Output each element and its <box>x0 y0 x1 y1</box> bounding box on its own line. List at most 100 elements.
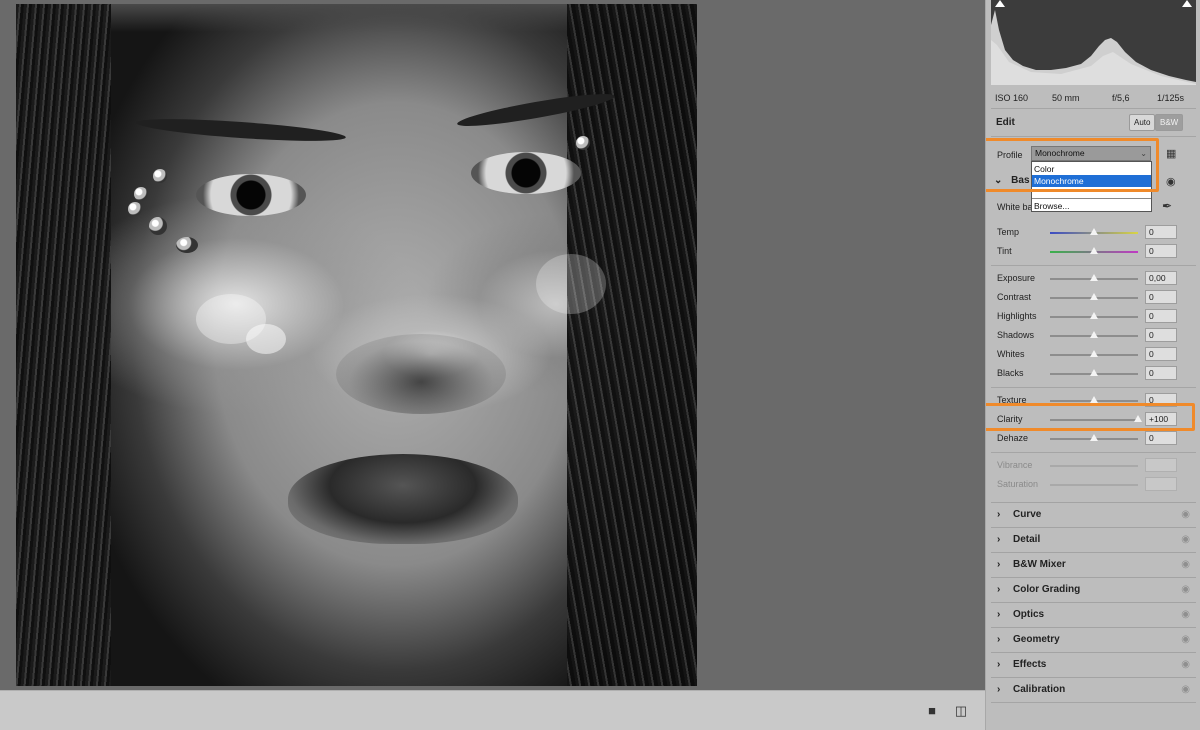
slider-value[interactable]: 0 <box>1145 309 1177 323</box>
divider <box>991 136 1196 137</box>
slider-label: Tint <box>997 246 1012 256</box>
slider-track <box>1050 465 1138 467</box>
slider-temp: Temp 0 <box>986 225 1200 241</box>
slider-thumb[interactable] <box>1090 228 1098 235</box>
eye-icon[interactable]: ◉ <box>1181 659 1190 670</box>
slider-value[interactable]: 0 <box>1145 347 1177 361</box>
chevron-right-icon: › <box>997 684 1001 695</box>
slider-thumb[interactable] <box>1090 247 1098 254</box>
slider-value[interactable]: 0 <box>1145 328 1177 342</box>
slider-label: Exposure <box>997 273 1036 283</box>
divider <box>991 387 1196 388</box>
section-title: Optics <box>1013 609 1045 620</box>
slider-thumb[interactable] <box>1090 293 1098 300</box>
slider-track <box>1050 484 1138 486</box>
chevron-right-icon: › <box>997 509 1001 520</box>
auto-button[interactable]: Auto <box>1129 114 1156 131</box>
section-geometry[interactable]: › Geometry ◉ <box>991 627 1196 651</box>
portrait-photo <box>16 4 697 686</box>
profile-browser-icon[interactable]: ▦ <box>1166 148 1178 160</box>
bottom-toolbar: ■ ◫ <box>0 690 985 730</box>
slider-label: Temp <box>997 227 1020 237</box>
lips <box>288 454 518 544</box>
eye-icon[interactable]: ◉ <box>1181 609 1190 620</box>
photo-metadata: ISO 160 50 mm f/5,6 1/125s <box>986 90 1200 106</box>
eye-icon[interactable]: ◉ <box>1181 684 1190 695</box>
section-bw-mixer[interactable]: › B&W Mixer ◉ <box>991 552 1196 576</box>
image-canvas[interactable] <box>0 0 985 690</box>
slider-tint: Tint 0 <box>986 244 1200 260</box>
focal-length: 50 mm <box>1052 93 1080 103</box>
section-title: Effects <box>1013 659 1047 670</box>
section-title: Detail <box>1013 534 1041 545</box>
slider-value <box>1145 477 1177 491</box>
slider-thumb[interactable] <box>1090 274 1098 281</box>
slider-thumb[interactable] <box>1090 396 1098 403</box>
eye-icon[interactable]: ◉ <box>1181 534 1190 545</box>
eyedropper-icon[interactable]: ✒ <box>1162 199 1172 213</box>
edit-panel: ISO 160 50 mm f/5,6 1/125s Edit Auto B&W… <box>985 0 1200 730</box>
chevron-right-icon: › <box>997 609 1001 620</box>
section-detail[interactable]: › Detail ◉ <box>991 527 1196 551</box>
view-mode-icon[interactable]: ■ <box>924 703 940 719</box>
eye-icon[interactable]: ◉ <box>1181 509 1190 520</box>
slider-thumb[interactable] <box>1090 369 1098 376</box>
slider-contrast: Contrast 0 <box>986 290 1200 306</box>
divider <box>991 108 1196 109</box>
slider-label: Contrast <box>997 292 1032 302</box>
eye-icon[interactable]: ◉ <box>1166 175 1176 188</box>
slider-value[interactable]: 0 <box>1145 431 1177 445</box>
section-title: Geometry <box>1013 634 1060 645</box>
slider-value[interactable]: 0 <box>1145 366 1177 380</box>
section-title: Curve <box>1013 509 1042 520</box>
slider-label: Blacks <box>997 368 1024 378</box>
slider-thumb[interactable] <box>1090 350 1098 357</box>
white-balance-label: White ba <box>997 202 1033 212</box>
section-effects[interactable]: › Effects ◉ <box>991 652 1196 676</box>
slider-label: Saturation <box>997 479 1039 489</box>
slider-label: Highlights <box>997 311 1037 321</box>
slider-value <box>1145 458 1177 472</box>
highlight-clipping-icon[interactable] <box>1182 0 1192 7</box>
section-calibration[interactable]: › Calibration ◉ <box>991 677 1196 701</box>
slider-exposure: Exposure 0,00 <box>986 271 1200 287</box>
profile-option-browse[interactable]: Browse... <box>1032 200 1151 212</box>
slider-thumb[interactable] <box>1090 331 1098 338</box>
chevron-right-icon: › <box>997 659 1001 670</box>
slider-thumb[interactable] <box>1090 434 1098 441</box>
slider-dehaze: Dehaze 0 <box>986 431 1200 447</box>
slider-thumb[interactable] <box>1090 312 1098 319</box>
left-eyebrow <box>135 114 347 146</box>
section-title: Calibration <box>1013 684 1066 695</box>
slider-blacks: Blacks 0 <box>986 366 1200 382</box>
right-eye <box>471 152 581 194</box>
highlight-box-clarity <box>986 403 1195 431</box>
divider <box>991 702 1196 703</box>
histogram-graph <box>991 10 1196 85</box>
section-optics[interactable]: › Optics ◉ <box>991 602 1196 626</box>
slider-vibrance: Vibrance <box>986 458 1200 474</box>
eye-icon[interactable]: ◉ <box>1181 584 1190 595</box>
gem <box>128 202 142 216</box>
shutter-speed: 1/125s <box>1157 93 1185 103</box>
slider-label: Shadows <box>997 330 1035 340</box>
bw-button[interactable]: B&W <box>1155 114 1184 131</box>
highlight-box-profile <box>986 138 1159 192</box>
histogram <box>991 0 1196 85</box>
divider <box>1032 198 1151 199</box>
slider-label: Dehaze <box>997 433 1029 443</box>
section-curve[interactable]: › Curve ◉ <box>991 502 1196 526</box>
section-color-grading[interactable]: › Color Grading ◉ <box>991 577 1196 601</box>
eye-icon[interactable]: ◉ <box>1181 559 1190 570</box>
shadow-clipping-icon[interactable] <box>995 0 1005 7</box>
slider-value[interactable]: 0 <box>1145 290 1177 304</box>
divider <box>991 452 1196 453</box>
slider-value[interactable]: 0 <box>1145 244 1177 258</box>
glitter <box>536 254 606 314</box>
chevron-right-icon: › <box>997 534 1001 545</box>
before-after-icon[interactable]: ◫ <box>953 703 969 719</box>
slider-highlights: Highlights 0 <box>986 309 1200 325</box>
eye-icon[interactable]: ◉ <box>1181 634 1190 645</box>
slider-value[interactable]: 0 <box>1145 225 1177 239</box>
slider-value[interactable]: 0,00 <box>1145 271 1177 285</box>
